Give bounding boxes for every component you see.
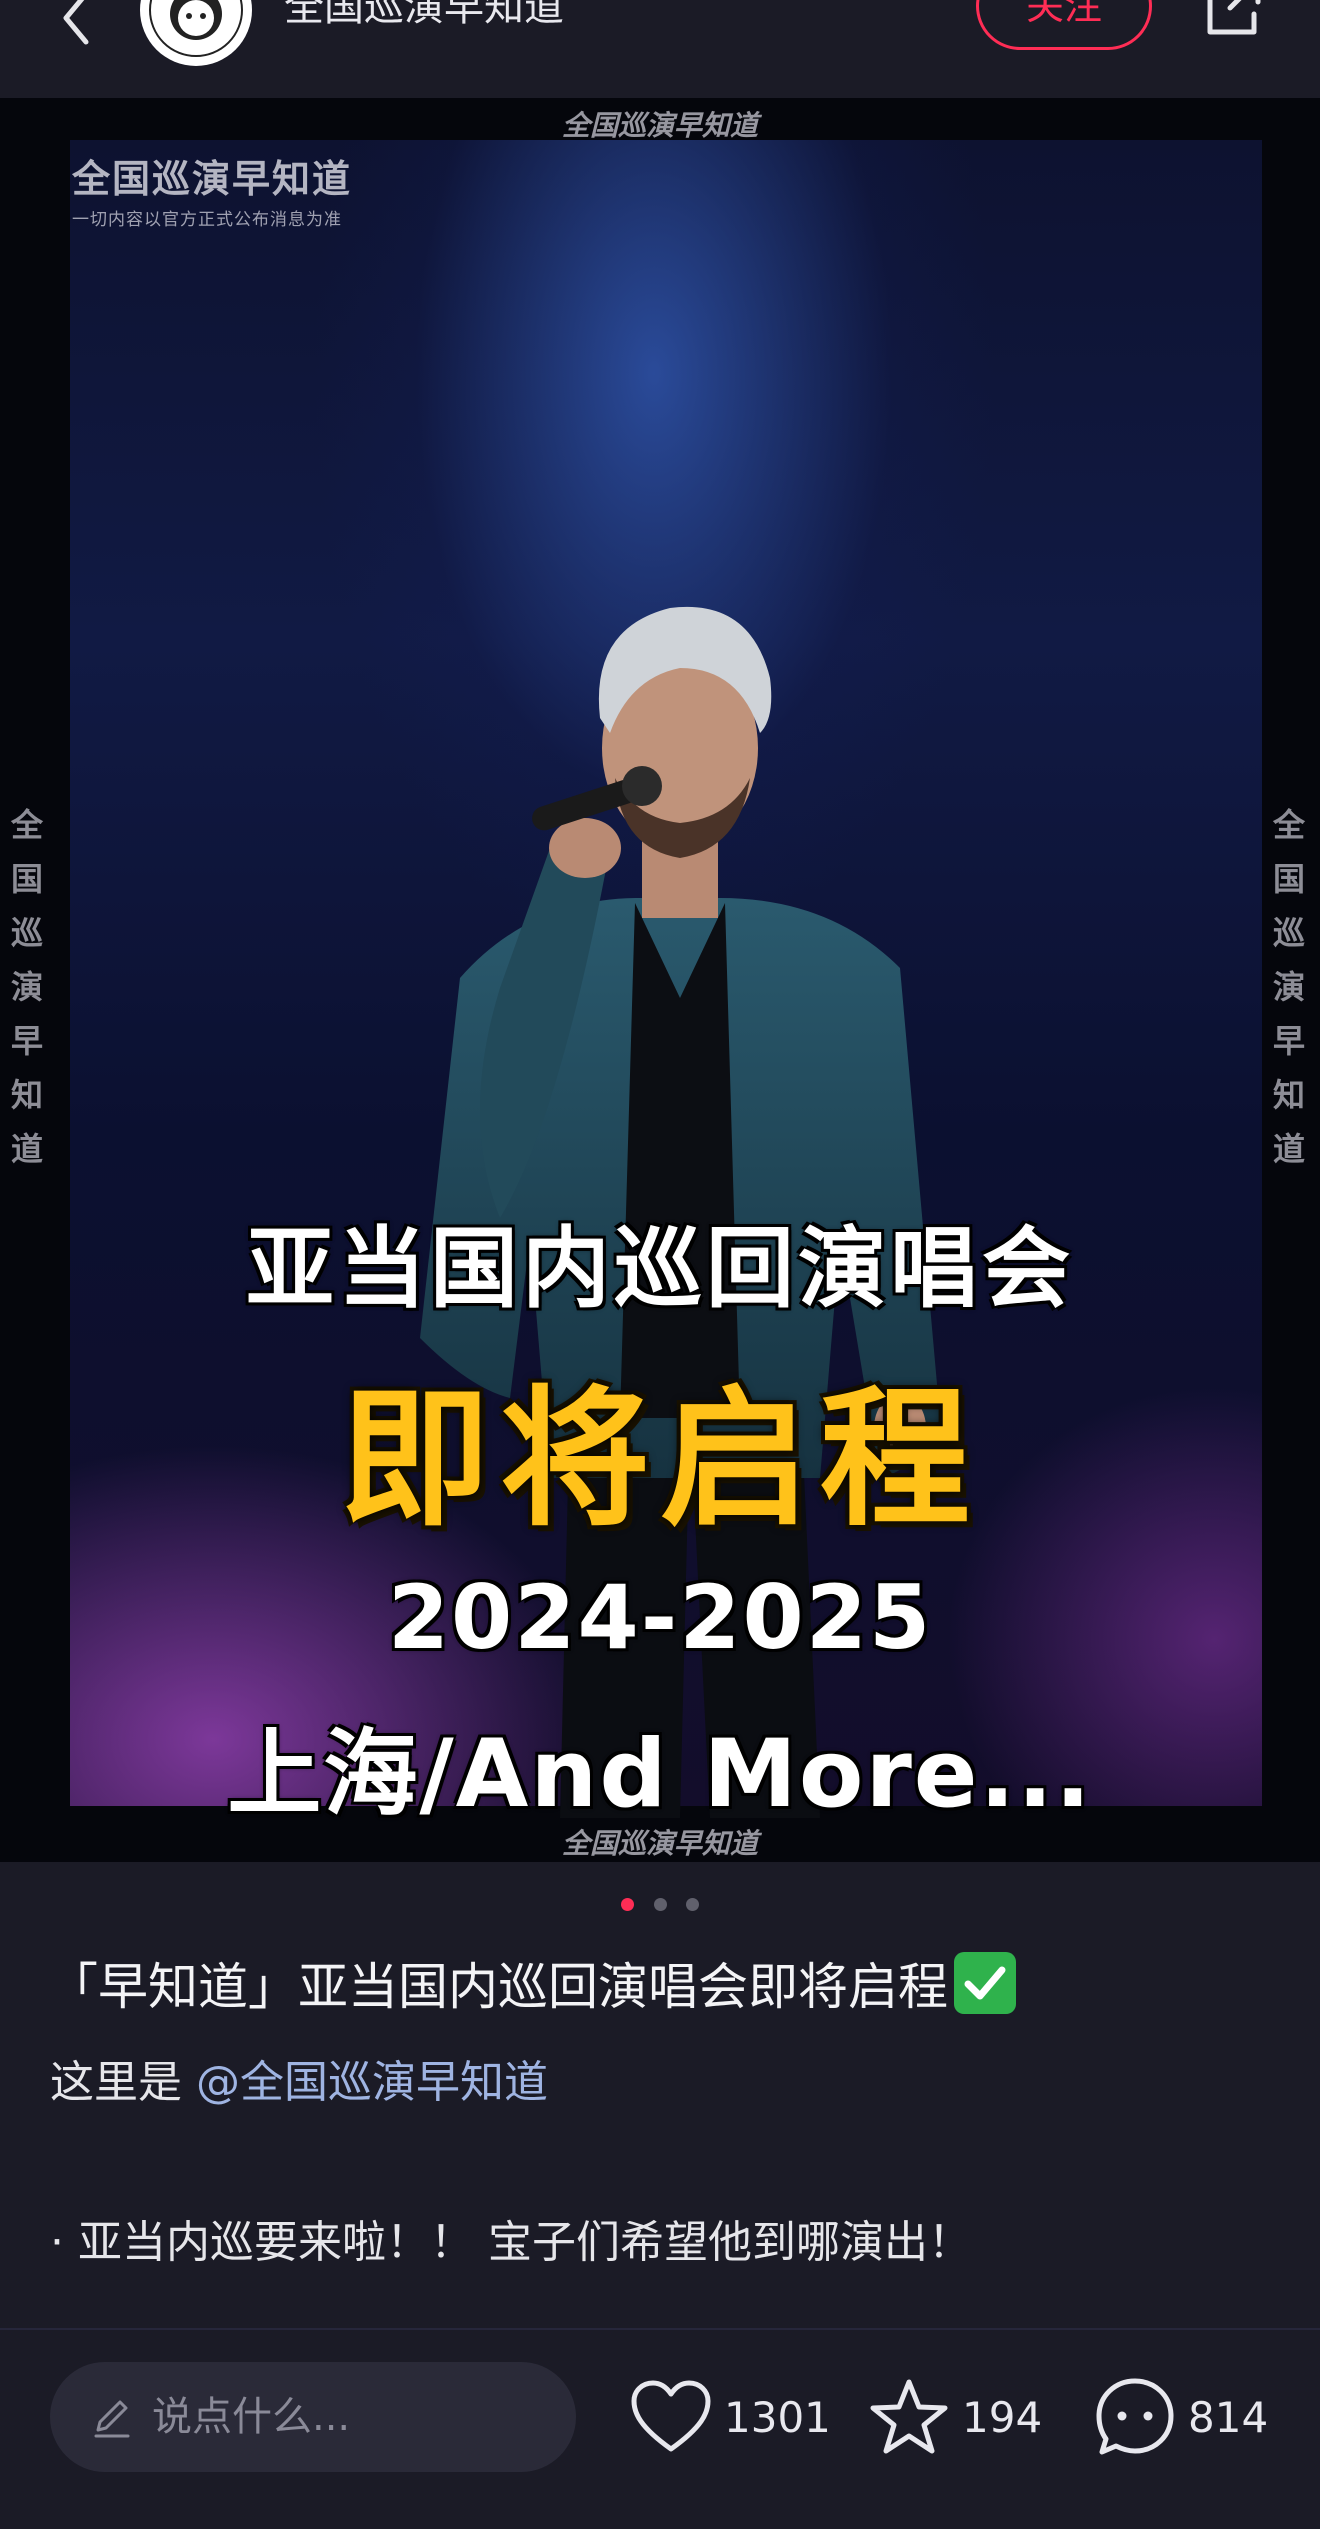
headline-years: 2024-2025 — [387, 1566, 933, 1669]
watermark-char: 演 — [1272, 968, 1305, 1006]
watermark-char: 巡 — [1272, 914, 1305, 952]
comment-count: 814 — [1188, 2392, 1269, 2442]
watermark-char: 国 — [10, 860, 43, 898]
watermark-char: 早 — [1272, 1022, 1305, 1060]
post-bullet-text: · 亚当内巡要来啦！！ 宝子们希望他到哪演出！ — [50, 2217, 972, 2268]
watermark-left: 全 国 巡 演 早 知 道 — [2, 798, 52, 1176]
mention-link[interactable]: @全国巡演早知道 — [196, 2057, 548, 2108]
heart-icon — [631, 2380, 711, 2452]
top-bar: 全国巡演早知道 关注 — [0, 0, 1320, 98]
favorite-button[interactable]: 194 — [868, 2374, 1042, 2460]
intro-text: 这里是 — [50, 2057, 196, 2108]
star-icon — [870, 2379, 948, 2454]
watermark-char: 知 — [10, 1076, 43, 1114]
carousel-indicator — [0, 1896, 1320, 1915]
follow-button[interactable]: 关注 — [976, 0, 1152, 50]
watermark-char: 演 — [10, 968, 43, 1006]
watermark-char: 早 — [10, 1022, 43, 1060]
watermark-char: 道 — [10, 1130, 43, 1168]
headline-concert: 亚当国内巡回演唱会 — [245, 1217, 1074, 1320]
watermark-bottom: 全国巡演早知道 — [561, 1827, 758, 1860]
watermark-char: 全 — [10, 806, 43, 844]
avatar[interactable] — [140, 0, 252, 66]
chat-bubble-icon — [1096, 2378, 1174, 2455]
like-button[interactable]: 1301 — [630, 2374, 831, 2460]
watermark-char: 知 — [1272, 1076, 1305, 1114]
watermark-char: 全 — [1272, 806, 1305, 844]
carousel-dot[interactable] — [685, 1898, 699, 1911]
headline-cities: 上海/And More... — [227, 1720, 1093, 1829]
like-count: 1301 — [724, 2392, 831, 2442]
comment-button[interactable]: 814 — [1094, 2374, 1268, 2460]
logo-title: 全国巡演早知道 — [72, 156, 353, 201]
share-icon[interactable] — [1196, 0, 1268, 42]
watermark-char: 道 — [1272, 1130, 1305, 1168]
post-title: 「早知道」亚当国内巡回演唱会即将启程 — [48, 1952, 1016, 2021]
post-intro: 这里是 @全国巡演早知道 — [50, 2054, 548, 2112]
post-image[interactable]: 全国巡演早知道 全国巡演早知道 一切内容以官方正式公布消息为准 全 国 巡 演 … — [0, 98, 1320, 1862]
watermark-char: 国 — [1272, 860, 1305, 898]
back-icon[interactable] — [48, 0, 108, 48]
check-mark-icon — [954, 1952, 1016, 2014]
watermark-char: 巡 — [10, 914, 43, 952]
watermark-right: 全 国 巡 演 早 知 道 — [1264, 798, 1314, 1176]
carousel-dot-active[interactable] — [621, 1898, 635, 1911]
pen-icon — [94, 2400, 130, 2438]
watermark-top: 全国巡演早知道 — [561, 109, 758, 142]
logo-subtitle: 一切内容以官方正式公布消息为准 — [72, 210, 342, 230]
carousel-dot[interactable] — [653, 1898, 667, 1911]
comment-input[interactable]: 说点什么... — [50, 2362, 576, 2472]
comment-placeholder: 说点什么... — [152, 2394, 351, 2440]
post-title-text: 「早知道」亚当国内巡回演唱会即将启程 — [48, 1958, 948, 2016]
bottom-divider — [0, 2328, 1320, 2330]
author-name[interactable]: 全国巡演早知道 — [284, 0, 564, 32]
favorite-count: 194 — [962, 2392, 1043, 2442]
headline-coming-soon: 即将启程 — [339, 1373, 980, 1547]
watermark-logo: 全国巡演早知道 一切内容以官方正式公布消息为准 — [72, 148, 352, 230]
